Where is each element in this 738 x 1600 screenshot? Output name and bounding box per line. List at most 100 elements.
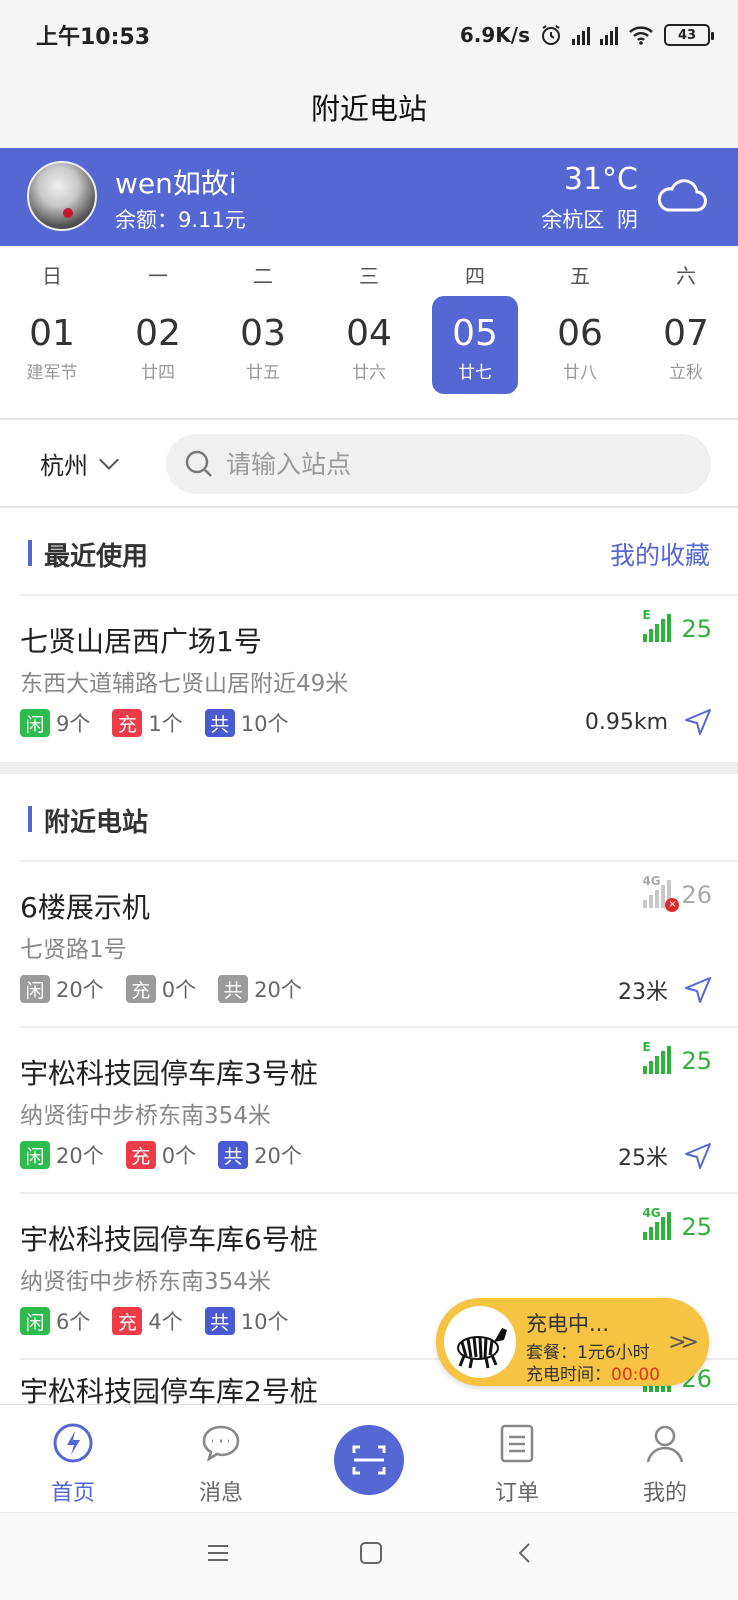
station-name: 6楼展示机 <box>20 891 150 924</box>
week-calendar: 日 01 建军节 一 02 廿四 二 03 廿五 三 04 廿六 四 05 廿七 五 06… <box>0 246 738 420</box>
day-number: 01 <box>29 313 75 354</box>
user-banner: wen如故i 余额：9.11元 31°C 余杭区 阴 <box>0 148 738 246</box>
status-icons: 6.9K/s 43 <box>460 23 714 47</box>
idle-tag: 闲 <box>20 1307 50 1335</box>
station-address: 纳贤街中步桥东南354米 <box>20 1269 271 1295</box>
document-icon <box>500 1424 534 1463</box>
idle-count: 20个 <box>56 1144 104 1168</box>
battery-icon: 43 <box>664 24 714 46</box>
station-signal: 4G 25 <box>642 1206 712 1241</box>
signal-1-icon <box>572 25 590 45</box>
navigate-icon[interactable] <box>684 976 712 1004</box>
tab-orders-label: 订单 <box>494 1481 539 1506</box>
idle-tag: 闲 <box>20 709 50 737</box>
lightning-icon <box>53 1423 93 1463</box>
scan-button[interactable] <box>334 1425 404 1495</box>
charging-status-popup[interactable]: 充电中... 套餐：1元6小时 充电时间：00:00 >> <box>436 1298 709 1386</box>
weekday-label: 四 <box>465 264 485 288</box>
idle-tag: 闲 <box>20 975 50 1003</box>
station-card[interactable]: 宇松科技园停车库3号桩 纳贤街中步桥东南354米 闲 20个 充 0个 共 20个 E… <box>0 1028 738 1194</box>
double-chevron-right-icon: >> <box>668 1330 699 1355</box>
station-address: 七贤路1号 <box>20 937 127 963</box>
weather-temperature: 31°C <box>563 162 638 197</box>
calendar-day[interactable]: 五 06 廿八 <box>537 246 623 416</box>
signal-type: E <box>642 608 651 622</box>
weekday-label: 五 <box>570 264 590 288</box>
status-bar: 上午10:53 6.9K/s 43 <box>0 0 738 70</box>
offline-badge-icon: × <box>665 898 680 912</box>
menu-icon[interactable] <box>206 1541 230 1565</box>
calendar-day-selected[interactable]: 四 05 廿七 <box>432 246 518 416</box>
idle-count: 6个 <box>56 1310 91 1334</box>
weekday-label: 六 <box>676 264 696 288</box>
tab-home-label: 首页 <box>50 1481 95 1506</box>
total-tag: 共 <box>204 1307 235 1335</box>
signal-bars-icon: E <box>642 608 675 642</box>
search-box[interactable] <box>166 434 711 494</box>
distance-value: 25米 <box>618 1146 668 1171</box>
charging-tag: 充 <box>112 1307 143 1335</box>
station-name: 宇松科技园停车库6号桩 <box>20 1223 318 1256</box>
avatar[interactable] <box>27 161 97 231</box>
day-number: 03 <box>240 313 286 354</box>
nearby-title: 附近电站 <box>44 808 149 838</box>
back-icon[interactable] <box>514 1541 538 1565</box>
day-number: 02 <box>135 313 181 354</box>
lunar-date: 建军节 <box>26 363 78 383</box>
station-distance[interactable]: 25米 <box>618 1140 712 1172</box>
navigate-icon[interactable] <box>684 708 712 736</box>
weekday-label: 一 <box>148 264 168 288</box>
calendar-day[interactable]: 二 03 廿五 <box>220 246 306 416</box>
tab-messages-label: 消息 <box>198 1481 243 1506</box>
calendar-day[interactable]: 一 02 廿四 <box>115 246 201 416</box>
signal-value: 25 <box>681 1047 712 1075</box>
charging-tag: 充 <box>112 709 143 737</box>
wifi-icon <box>629 26 653 45</box>
station-card[interactable]: 6楼展示机 七贤路1号 闲 20个 充 0个 共 20个 4G × 26 23米 <box>0 862 738 1028</box>
tab-messages[interactable]: 消息 <box>161 1405 281 1513</box>
search-input[interactable] <box>226 449 686 479</box>
weather-location: 余杭区 阴 <box>541 208 638 232</box>
city-label: 杭州 <box>40 452 88 480</box>
lunar-date: 廿六 <box>352 363 386 383</box>
distance-value: 23米 <box>618 980 668 1005</box>
total-tag: 共 <box>218 975 249 1003</box>
charging-count: 0个 <box>161 978 197 1002</box>
recent-title: 最近使用 <box>44 542 149 572</box>
search-icon <box>185 450 212 477</box>
charging-count: 1个 <box>148 712 183 736</box>
calendar-day[interactable]: 日 01 建军节 <box>9 246 95 416</box>
station-address: 纳贤街中步桥东南354米 <box>20 1103 271 1129</box>
weekday-label: 三 <box>359 264 379 288</box>
calendar-day[interactable]: 三 04 廿六 <box>326 246 412 416</box>
tab-profile[interactable]: 我的 <box>605 1405 725 1513</box>
navigate-icon[interactable] <box>684 1142 712 1170</box>
signal-type: E <box>642 1040 651 1054</box>
station-card[interactable]: 七贤山居西广场1号 东西大道辅路七贤山居附近49米 闲 9个 充 1个 共 10个 E… <box>0 596 738 762</box>
calendar-day[interactable]: 六 07 立秋 <box>643 246 729 416</box>
lunar-date: 立秋 <box>669 363 703 383</box>
total-count: 10个 <box>240 1310 289 1334</box>
scan-icon <box>352 1445 386 1475</box>
station-distance[interactable]: 23米 <box>618 974 712 1006</box>
weekday-label: 日 <box>42 264 62 288</box>
total-tag: 共 <box>218 1141 249 1169</box>
city-selector[interactable]: 杭州 <box>40 446 119 481</box>
charging-tag: 充 <box>125 1141 156 1169</box>
signal-value: 25 <box>681 1213 712 1241</box>
recent-section-header: 最近使用 我的收藏 <box>0 508 738 596</box>
favorites-link[interactable]: 我的收藏 <box>610 536 710 572</box>
station-signal: E 25 <box>642 1040 712 1075</box>
tab-profile-label: 我的 <box>642 1481 687 1506</box>
tab-home[interactable]: 首页 <box>13 1405 133 1513</box>
station-name: 宇松科技园停车库3号桩 <box>20 1057 318 1090</box>
home-square-icon[interactable] <box>359 1541 383 1565</box>
station-stats: 闲 6个 充 4个 共 10个 <box>20 1306 310 1336</box>
lunar-date: 廿五 <box>246 363 280 383</box>
signal-type: 4G <box>642 874 661 888</box>
idle-count: 9个 <box>56 712 91 736</box>
charging-time-row: 充电时间：00:00 <box>526 1360 660 1385</box>
station-distance[interactable]: 0.95km <box>585 708 712 736</box>
chat-icon <box>202 1425 240 1462</box>
tab-orders[interactable]: 订单 <box>457 1405 577 1513</box>
